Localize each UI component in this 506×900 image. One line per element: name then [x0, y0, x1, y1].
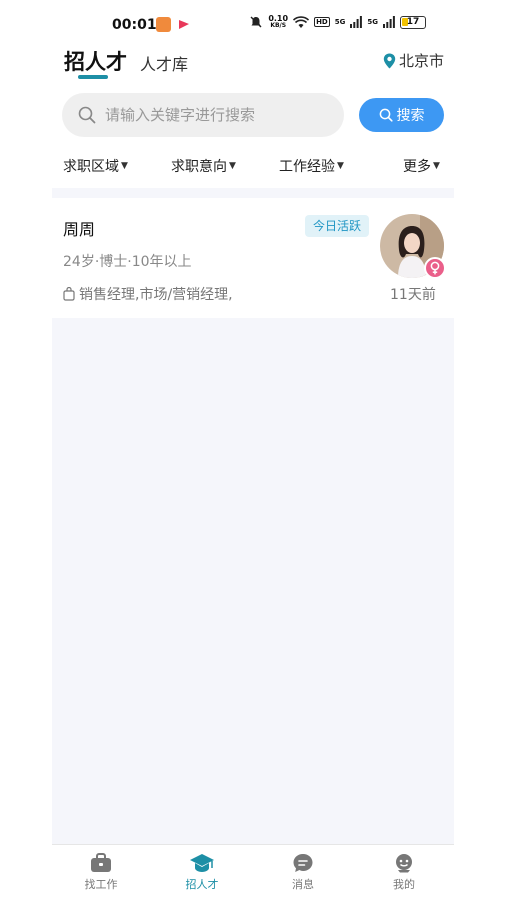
nav-find-job[interactable]: 找工作	[61, 853, 141, 892]
battery-level: 17	[406, 16, 420, 27]
candidate-positions: 销售经理,市场/营销经理,	[63, 284, 233, 304]
briefcase-icon	[91, 853, 111, 872]
net-speed-unit: KB/S	[270, 22, 287, 29]
nav-find-job-label: 找工作	[84, 878, 118, 891]
nav-profile-label: 我的	[393, 878, 415, 891]
status-bar: 00:01 0.10 KB/S HD 5G 5G 17	[52, 0, 454, 48]
filter-more[interactable]: 更多 ▼	[403, 156, 440, 176]
caret-down-icon: ▼	[337, 161, 344, 171]
chat-bubble-icon	[293, 854, 313, 872]
nav-profile[interactable]: 我的	[364, 853, 444, 892]
hd-icon: HD	[314, 17, 330, 27]
caret-down-icon: ▼	[121, 161, 128, 171]
mute-bell-icon	[250, 16, 262, 28]
tab-active-indicator	[78, 75, 108, 79]
graduation-cap-icon	[190, 854, 214, 872]
bottom-nav: 找工作 招人才 消息 我的	[52, 844, 454, 900]
wifi-icon	[293, 15, 310, 28]
location-selector[interactable]: 北京市	[383, 50, 444, 71]
filter-region-label: 求职区域	[63, 159, 119, 175]
signal-2-icon	[383, 16, 395, 28]
search-icon	[78, 106, 96, 124]
caret-down-icon: ▼	[229, 161, 236, 171]
tab-talent-pool[interactable]: 人才库	[140, 51, 188, 75]
filter-intention-label: 求职意向	[171, 159, 227, 175]
status-time: 00:01	[112, 17, 157, 33]
search-input[interactable]	[105, 106, 325, 124]
signal-1-icon	[350, 16, 363, 28]
filter-intention[interactable]: 求职意向 ▼	[171, 156, 236, 176]
filter-bar: 求职区域 ▼ 求职意向 ▼ 工作经验 ▼ 更多 ▼	[52, 152, 454, 180]
search-button-label: 搜索	[396, 108, 425, 124]
filter-more-label: 更多	[403, 159, 431, 175]
candidate-card[interactable]: 周周 今日活跃 24岁·博士·10年以上 销售经理,市场/营销经理, 11天前	[52, 198, 454, 318]
flag-notification-icon	[179, 20, 189, 29]
header: 招人才 人才库 北京市	[52, 44, 454, 84]
app-notification-icon	[156, 17, 171, 32]
profile-icon	[396, 854, 412, 873]
filter-experience-label: 工作经验	[279, 159, 335, 175]
tab-recruit-talent[interactable]: 招人才	[64, 46, 127, 76]
search-button[interactable]: 搜索	[359, 98, 444, 132]
search-box[interactable]	[62, 93, 344, 137]
net-speed-value: 0.10	[268, 14, 289, 23]
nav-messages[interactable]: 消息	[263, 853, 343, 892]
candidate-time: 11天前	[390, 287, 436, 303]
nav-messages-label: 消息	[292, 878, 314, 891]
active-badge: 今日活跃	[305, 215, 370, 237]
app-frame: 00:01 0.10 KB/S HD 5G 5G 17 招人才 人才库 北京市 …	[52, 0, 454, 900]
location-label: 北京市	[398, 52, 444, 70]
filter-region[interactable]: 求职区域 ▼	[63, 156, 128, 176]
location-pin-icon	[383, 53, 396, 68]
female-icon	[424, 257, 446, 279]
status-icons: 0.10 KB/S HD 5G 5G 17	[249, 15, 426, 29]
candidate-meta: 24岁·博士·10年以上	[63, 254, 192, 270]
caret-down-icon: ▼	[433, 161, 440, 171]
signal-5g-1-label: 5G	[334, 18, 346, 26]
nav-recruit-talent-label: 招人才	[185, 878, 219, 891]
signal-5g-2-label: 5G	[367, 18, 378, 26]
net-speed: 0.10 KB/S	[268, 14, 289, 30]
filter-experience[interactable]: 工作经验 ▼	[279, 156, 344, 176]
candidate-positions-text: 销售经理,市场/营销经理,	[79, 287, 233, 303]
nav-recruit-talent[interactable]: 招人才	[162, 853, 242, 892]
search-button-icon	[379, 108, 393, 122]
candidate-name: 周周	[63, 220, 96, 239]
battery-icon: 17	[400, 15, 426, 29]
bag-icon	[63, 287, 75, 301]
